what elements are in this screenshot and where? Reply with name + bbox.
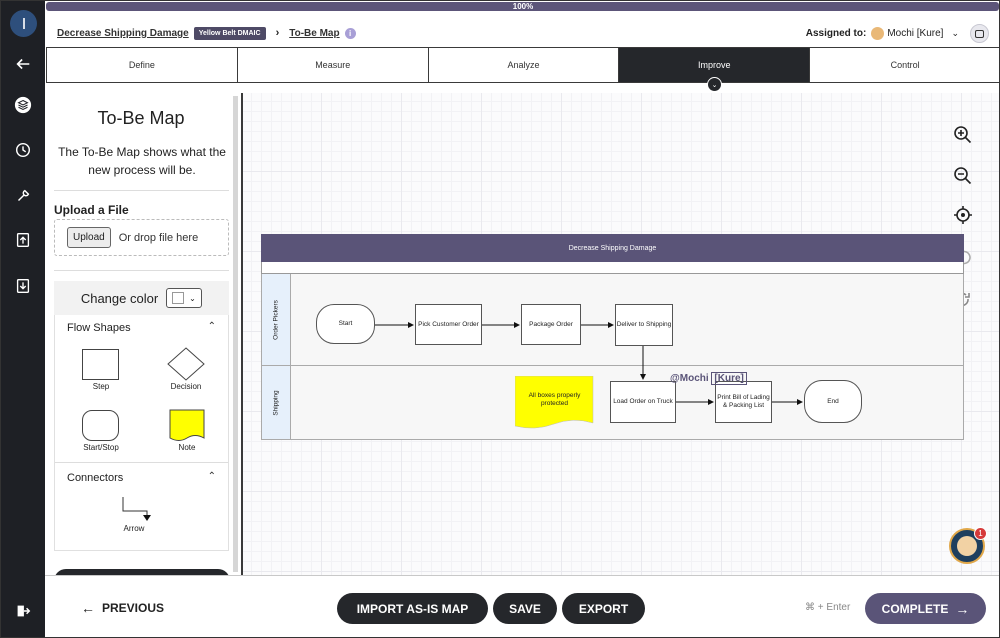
node-load-order-on-truck[interactable]: Load Order on Truck (610, 381, 676, 423)
breadcrumb: Decrease Shipping Damage Yellow Belt DMA… (57, 24, 356, 42)
import-as-is-map-button[interactable]: IMPORT AS-IS MAP (337, 593, 488, 624)
app-window: 100% Decrease Shipping Damage Yellow Bel… (0, 0, 1000, 638)
note-all-boxes-protected[interactable]: All boxes properly protected (517, 378, 592, 422)
connectors-title: Connectors (67, 472, 124, 484)
assigned-label: Assigned to: (805, 28, 867, 39)
assignee-name: Mochi [Kure] (887, 28, 944, 39)
collaborator-tag: [Kure] (711, 372, 747, 385)
chevron-up-icon[interactable]: ⌃ (208, 471, 216, 482)
swimlane-diagram[interactable]: Decrease Shipping Damage Order Pickers S… (261, 234, 964, 440)
info-icon[interactable]: i (344, 27, 356, 39)
step-label: Step (92, 382, 110, 391)
tool-panel: To-Be Map The To-Be Map shows what the n… (46, 93, 238, 575)
node-pick-customer-order[interactable]: Pick Customer Order (415, 304, 482, 345)
node-end[interactable]: End (804, 380, 862, 423)
drop-text: Or drop file here (118, 231, 199, 244)
start-stop-shape[interactable] (82, 410, 119, 441)
flow-shapes-title: Flow Shapes (67, 322, 131, 334)
breadcrumb-project-link[interactable]: Decrease Shipping Damage (57, 28, 189, 39)
panel-scrollbar[interactable] (233, 96, 238, 572)
download-icon[interactable] (13, 276, 33, 296)
logout-icon[interactable] (13, 601, 33, 621)
divider (54, 190, 229, 191)
assignee-selector[interactable]: Assigned to: Mochi [Kure] ⌄ (806, 27, 959, 40)
upload-heading: Upload a File (54, 203, 129, 217)
breadcrumb-current-link[interactable]: To-Be Map (289, 28, 339, 39)
help-assistant-button[interactable]: 1 (949, 527, 987, 564)
note-shape[interactable] (169, 409, 205, 443)
comments-button[interactable] (970, 24, 989, 43)
progress-label: 100% (512, 2, 534, 11)
notification-badge: 1 (974, 527, 987, 540)
previous-button[interactable]: ← PREVIOUS (81, 600, 164, 616)
tab-analyze[interactable]: Analyze (427, 47, 619, 83)
divider (54, 270, 229, 271)
change-color-row: Change color ⌄ (54, 281, 229, 315)
arrow-right-icon: → (955, 600, 970, 617)
comment-icon (975, 29, 984, 38)
tab-define[interactable]: Define (46, 47, 237, 83)
collaborator-name: @Mochi (670, 373, 709, 384)
color-picker[interactable]: ⌄ (166, 288, 203, 308)
note-label: Note (178, 443, 196, 452)
footer-bar: ← PREVIOUS IMPORT AS-IS MAP SAVE EXPORT … (45, 575, 999, 637)
divider (55, 462, 228, 463)
tab-control[interactable]: Control (809, 47, 999, 83)
complete-button[interactable]: COMPLETE → (865, 593, 986, 624)
change-color-label: Change color (80, 290, 159, 306)
back-arrow-icon[interactable] (13, 54, 33, 74)
panel-description: The To-Be Map shows what the new process… (58, 145, 226, 177)
assistant-avatar-icon (957, 536, 977, 556)
tab-expand-chevron-icon[interactable]: ⌄ (707, 77, 722, 92)
breadcrumb-separator: › (275, 27, 280, 39)
start-stop-label: Start/Stop (83, 443, 119, 452)
node-start[interactable]: Start (316, 304, 375, 344)
chevron-up-icon[interactable]: ⌃ (208, 321, 216, 332)
wrench-icon[interactable] (13, 186, 33, 206)
export-button[interactable]: EXPORT (562, 593, 645, 624)
collaborator-cursor: @Mochi [Kure] (670, 372, 747, 385)
previous-label: PREVIOUS (102, 601, 165, 615)
decision-shape[interactable] (167, 347, 205, 381)
chevron-down-icon[interactable]: ⌄ (951, 28, 959, 39)
node-deliver-to-shipping[interactable]: Deliver to Shipping (615, 304, 673, 346)
user-avatar[interactable] (10, 10, 37, 37)
color-swatch (172, 292, 185, 304)
shapes-section: Flow Shapes ⌃ Step Decision Start/Stop N… (54, 315, 229, 551)
node-print-bill-of-lading[interactable]: Print Bill of Lading & Packing List (715, 381, 772, 423)
chevron-down-icon: ⌄ (189, 293, 196, 303)
zoom-in-icon[interactable] (951, 123, 975, 147)
tab-measure[interactable]: Measure (236, 47, 428, 83)
arrow-connector[interactable] (121, 495, 155, 523)
file-drop-zone[interactable]: Upload Or drop file here (54, 219, 229, 256)
zoom-out-icon[interactable] (951, 164, 975, 188)
shortcut-hint: ⌘ + Enter (805, 602, 851, 613)
arrow-label: Arrow (123, 524, 145, 533)
phase-tabs: Define Measure Analyze Improve Control (46, 47, 999, 83)
complete-label: COMPLETE (881, 601, 949, 616)
belt-badge: Yellow Belt DMAIC (193, 26, 266, 40)
decision-label: Decision (170, 382, 202, 391)
step-shape[interactable] (82, 349, 119, 380)
clock-icon[interactable] (13, 140, 33, 160)
arrow-left-icon: ← (81, 600, 95, 616)
node-package-order[interactable]: Package Order (521, 304, 581, 345)
map-canvas[interactable]: Decrease Shipping Damage Order Pickers S… (243, 93, 999, 575)
panel-title: To-Be Map (97, 108, 185, 128)
upload-button[interactable]: Upload (67, 227, 111, 248)
recenter-icon[interactable] (951, 203, 975, 227)
assignee-avatar (871, 27, 885, 40)
upload-icon[interactable] (13, 230, 33, 250)
save-button[interactable]: SAVE (493, 593, 557, 624)
layers-icon[interactable] (13, 95, 33, 115)
progress-bar: 100% (45, 1, 999, 13)
left-rail (1, 1, 45, 637)
